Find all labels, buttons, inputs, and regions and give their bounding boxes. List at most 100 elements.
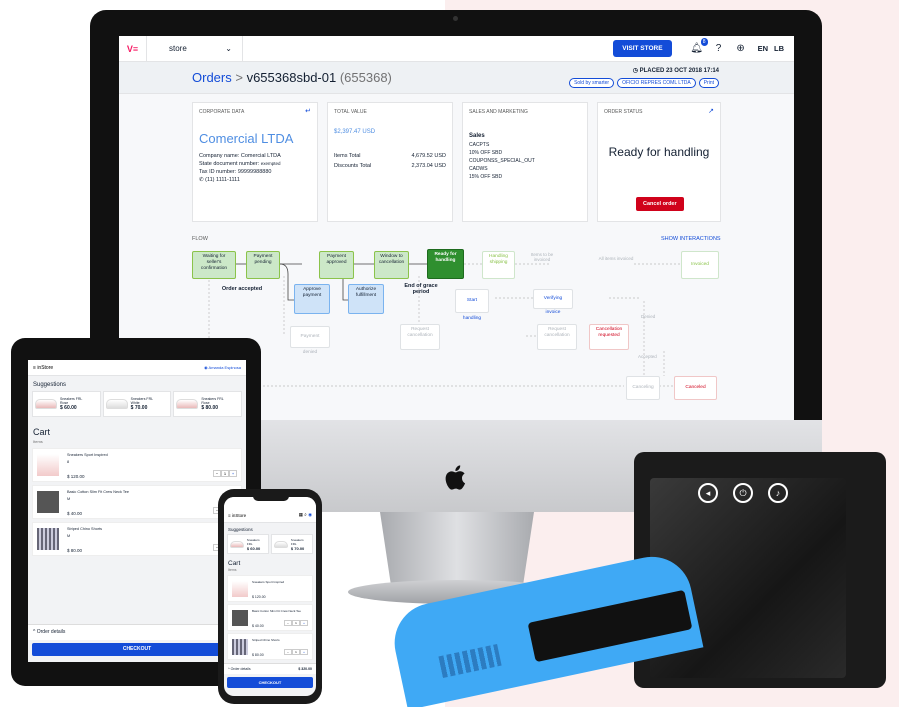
suggestions-list: Sneakers FRL Rose $ 60.00 Sneakers FRL W… <box>28 391 246 417</box>
suggestion-info: Sneakers FRL Rose $ 60.00 <box>60 397 82 411</box>
product-price: $ 40.00 <box>67 511 83 516</box>
product-price: $ 80.00 <box>252 653 264 657</box>
suggestion-name: Sneakers FRL <box>246 537 260 546</box>
items-label: Items <box>33 439 43 444</box>
flow-node-payment-denied[interactable]: Payment denied <box>290 326 330 355</box>
product-name: Sneakers Sport Inspired <box>67 453 108 457</box>
quantity-value: 1 <box>292 620 300 626</box>
order-accepted-note: Order accepted <box>221 286 263 292</box>
flow-node-handling-shipping[interactable]: Handling shipping <box>482 251 515 279</box>
suggestion-info: Sneakers FRL $ 60.00 <box>247 538 266 551</box>
account-icon[interactable]: ◉ <box>308 512 312 517</box>
suggestion-card[interactable]: Sneakers FRL $ 60.00 <box>227 534 269 554</box>
flow-node-payment-pending[interactable]: Payment pending <box>246 251 280 279</box>
quantity-stepper[interactable]: −1+ <box>284 620 308 626</box>
node-label: Verifying invoice <box>543 296 563 315</box>
node-label: Approve payment <box>302 287 322 298</box>
flow-node-request-cancellation-2[interactable]: Request cancellation <box>537 324 577 350</box>
flow-node-cancellation-requested[interactable]: Cancellation requested <box>589 324 629 350</box>
sneaker-image <box>176 399 199 409</box>
suggestion-price: $ 80.00 <box>201 405 219 411</box>
phone-menu[interactable]: ≡ inStore <box>228 513 246 518</box>
flow-node-waiting[interactable]: Waiting for seller's confirmation <box>192 251 236 279</box>
volume-icon[interactable]: ◂ <box>698 483 718 503</box>
suggestion-price: $ 60.00 <box>60 405 77 411</box>
phone-actions: ▦ ⌕ ◉ <box>299 512 312 518</box>
end-grace-note: End of grace period <box>404 283 438 295</box>
flow-node-start-handling[interactable]: Start handling <box>455 289 489 321</box>
flow-node-ready-for-handling[interactable]: Ready for handling <box>427 249 464 279</box>
node-label: Handling shipping <box>489 254 508 265</box>
node-label: Window to cancellation <box>378 254 405 265</box>
tablet-menu[interactable]: ≡ inStore <box>33 365 53 371</box>
flow-node-payment-approved[interactable]: Payment approved <box>319 251 354 279</box>
node-label: Start handling <box>462 298 482 321</box>
app-name: inStore <box>37 364 54 371</box>
node-label: Payment approved <box>326 254 347 265</box>
order-details-row: ^ Order details <box>228 667 251 671</box>
suggestion-info: Sneakers FRL $ 70.00 <box>291 538 310 551</box>
sneaker-image <box>230 540 244 548</box>
product-size: M <box>67 497 71 501</box>
phone-notch <box>253 494 289 501</box>
music-note-icon[interactable]: ♪ <box>768 483 788 503</box>
flow-node-authorize-fulfillment[interactable]: Authorize fulfillment <box>348 284 384 314</box>
cart-item: Striped Chino Shorts M $ 80.00 −1+ <box>32 522 242 556</box>
quantity-stepper[interactable]: −1+ <box>213 470 237 477</box>
product-image <box>37 491 59 513</box>
all-invoiced-hint: All items invoiced <box>598 256 634 261</box>
plus-icon[interactable]: + <box>300 649 308 655</box>
product-name: Basic Cotton Slim Fit Crew Neck Tee <box>252 609 301 613</box>
suggestion-card[interactable]: Sneakers FRL Rose $ 60.00 <box>32 391 101 417</box>
tablet-top-bar: ≡ inStore ◉ Amanda Espinosa <box>28 360 246 376</box>
flow-node-request-cancellation[interactable]: Request cancellation <box>400 324 440 350</box>
suggestion-card[interactable]: Sneakers FRL White $ 70.00 <box>102 391 172 417</box>
phone-screen: ≡ inStore ▦ ⌕ ◉ Suggestions Sneakers FRL… <box>224 497 316 696</box>
quantity-stepper[interactable]: −1+ <box>284 649 308 655</box>
product-name: Basic Cotton Slim Fit Crew Neck Tee <box>67 490 129 494</box>
tablet-screen: ≡ inStore ◉ Amanda Espinosa Suggestions … <box>28 360 246 662</box>
node-label: Waiting for seller's confirmation <box>200 254 228 271</box>
minus-icon[interactable]: − <box>284 620 292 626</box>
product-price: $ 80.00 <box>67 548 83 553</box>
node-label: Authorize fulfillment <box>355 287 377 298</box>
minus-icon[interactable]: − <box>284 649 292 655</box>
minus-icon[interactable]: − <box>213 470 221 477</box>
search-icon[interactable]: ⌕ <box>304 512 307 517</box>
checkout-button[interactable]: CHECKOUT <box>227 677 313 688</box>
product-image <box>232 639 248 655</box>
sneaker-image <box>35 399 57 409</box>
cart-title: Cart <box>228 560 241 567</box>
account-button[interactable]: ◉ Amanda Espinosa <box>204 365 241 370</box>
flow-node-verifying-invoice[interactable]: Verifying invoice <box>533 289 573 315</box>
product-price: $ 120.00 <box>252 595 266 599</box>
quantity-value: 1 <box>221 470 229 477</box>
node-label: Ready for handling <box>434 252 457 263</box>
cart-title: Cart <box>33 427 51 437</box>
product-image <box>37 528 59 550</box>
power-icon[interactable]: ⏻ <box>733 483 753 503</box>
scan-icon[interactable]: ▦ <box>299 512 303 517</box>
flow-node-canceling[interactable]: Canceling <box>626 376 660 400</box>
checkout-button[interactable]: CHECKOUT <box>32 643 242 656</box>
flow-node-approve-payment[interactable]: Approve payment <box>294 284 330 314</box>
suggestion-card[interactable]: Sneakers FRL $ 70.00 <box>271 534 313 554</box>
flow-node-invoiced[interactable]: Invoiced <box>681 251 719 279</box>
suggestion-price: $ 70.00 <box>130 405 148 411</box>
plus-icon[interactable]: + <box>300 620 308 626</box>
order-details-label: Order details <box>36 629 66 635</box>
cart-item: Striped Chino Shorts $ 80.00 −1 + <box>227 633 313 660</box>
product-name: Sneakers Sport Inspired <box>252 580 285 584</box>
product-price: $ 40.00 <box>252 624 264 628</box>
flow-node-canceled[interactable]: Canceled <box>674 376 717 400</box>
order-details-toggle[interactable]: ^ Order details <box>28 624 246 640</box>
sneaker-image <box>105 399 128 409</box>
product-image <box>232 581 248 597</box>
suggestions-title: Suggestions <box>228 527 253 532</box>
order-details-toggle[interactable]: ^ Order details $ 320.00 <box>224 663 316 674</box>
suggestion-card[interactable]: Sneakers FRL Rose $ 80.00 <box>173 391 243 417</box>
app-name: inStore <box>231 513 247 518</box>
plus-icon[interactable]: + <box>229 470 237 477</box>
suggestion-price: $ 70.00 <box>290 545 305 551</box>
flow-node-window-cancellation[interactable]: Window to cancellation <box>374 251 409 279</box>
